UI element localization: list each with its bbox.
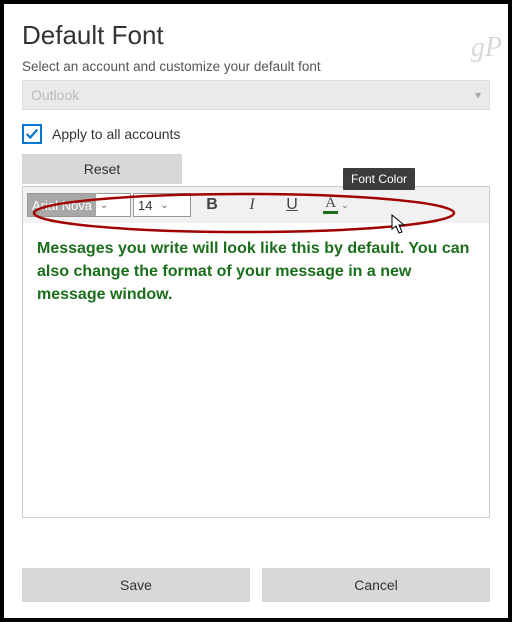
chevron-down-icon: ⌄: [156, 200, 172, 211]
font-color-button[interactable]: A ⌄: [313, 191, 359, 219]
font-color-icon: A: [323, 196, 338, 214]
chevron-down-icon: ⌄: [341, 200, 349, 211]
apply-all-row: Apply to all accounts: [22, 124, 490, 144]
account-dropdown-value: Outlook: [31, 87, 79, 103]
reset-button[interactable]: Reset: [22, 154, 182, 184]
font-size-select[interactable]: 14 ⌄: [133, 193, 191, 217]
dialog-window: gP Default Font Select an account and cu…: [4, 4, 508, 618]
save-button[interactable]: Save: [22, 568, 250, 602]
font-size-value: 14: [134, 194, 156, 216]
check-icon: [25, 127, 39, 141]
underline-button[interactable]: U: [273, 191, 311, 219]
chevron-down-icon: ⌄: [96, 200, 112, 211]
editor-box: Font Color Arial Nova ⌄ 14 ⌄ B I U A ⌄: [22, 186, 490, 518]
font-family-value: Arial Nova: [28, 194, 96, 216]
font-color-tooltip: Font Color: [343, 168, 415, 190]
cancel-button[interactable]: Cancel: [262, 568, 490, 602]
italic-button[interactable]: I: [233, 191, 271, 219]
format-toolbar: Font Color Arial Nova ⌄ 14 ⌄ B I U A ⌄: [23, 187, 489, 223]
preview-text: Messages you write will look like this b…: [23, 223, 489, 321]
dialog-footer: Save Cancel: [22, 568, 490, 602]
bold-button[interactable]: B: [193, 191, 231, 219]
account-dropdown[interactable]: Outlook ▾: [22, 80, 490, 110]
apply-all-label: Apply to all accounts: [52, 126, 180, 142]
apply-all-checkbox[interactable]: [22, 124, 42, 144]
page-title: Default Font: [22, 20, 490, 51]
chevron-down-icon: ▾: [475, 88, 481, 102]
font-family-select[interactable]: Arial Nova ⌄: [27, 193, 131, 217]
page-subtitle: Select an account and customize your def…: [22, 59, 490, 74]
